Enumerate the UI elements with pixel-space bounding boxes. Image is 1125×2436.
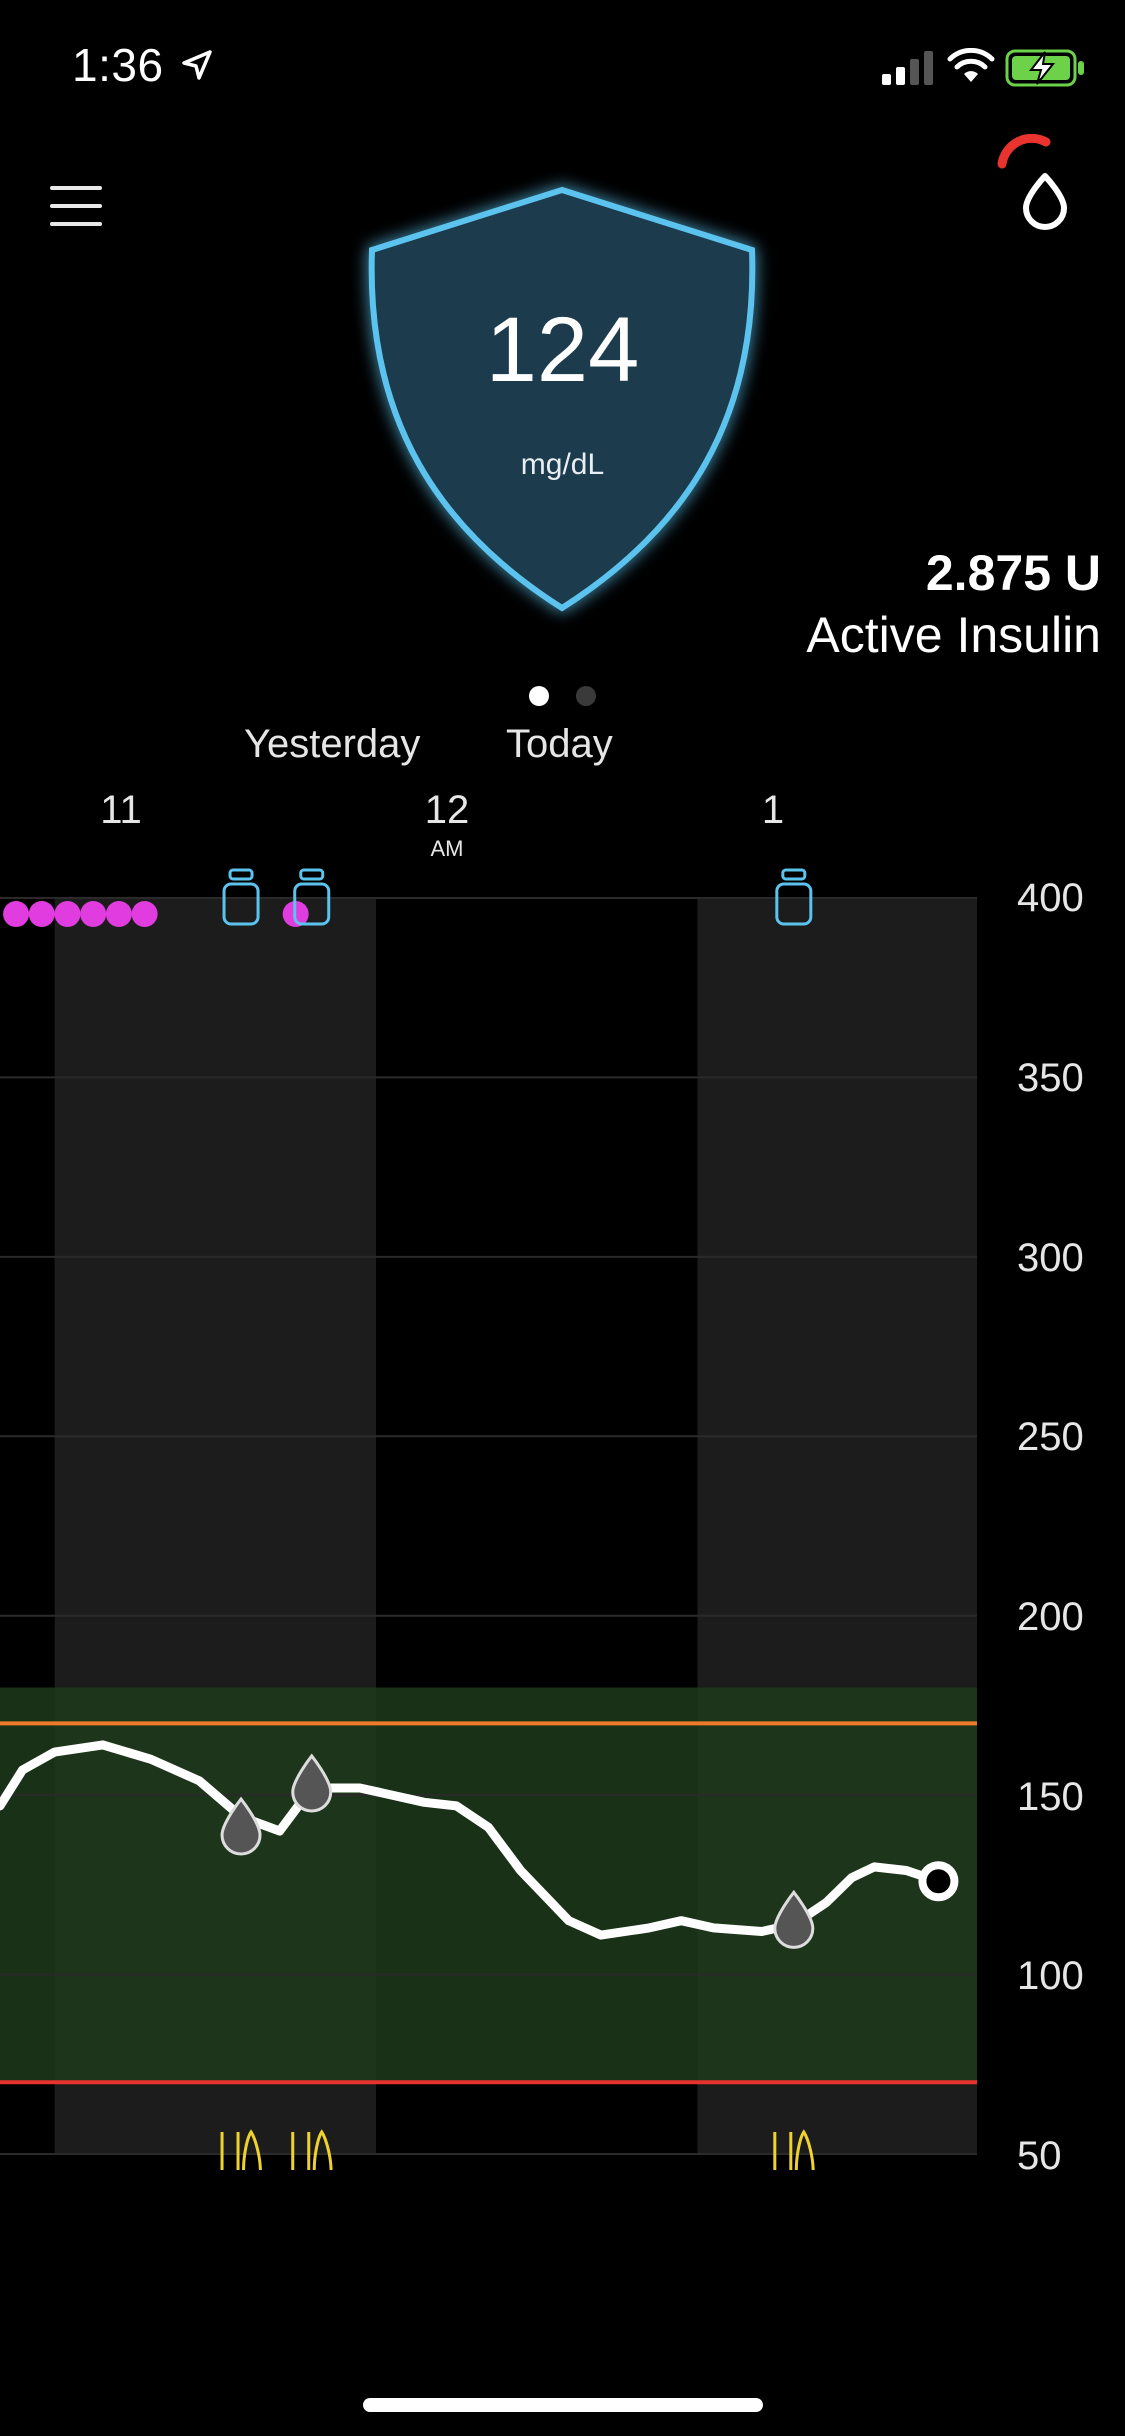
alert-dot xyxy=(80,901,107,927)
alert-dot xyxy=(105,901,132,927)
hamburger-menu-icon xyxy=(50,186,102,190)
glucose-value: 124 xyxy=(485,299,640,401)
menu-button[interactable] xyxy=(50,182,102,226)
cellular-signal-icon xyxy=(882,51,933,85)
alert-dot xyxy=(28,901,55,927)
home-indicator[interactable] xyxy=(363,2398,763,2412)
insulin-drop-status-icon[interactable] xyxy=(990,134,1090,234)
bolus-vial-icon xyxy=(228,868,254,881)
active-insulin-label: Active Insulin xyxy=(806,607,1101,663)
bolus-vial-icon xyxy=(781,868,807,881)
hour-label: 11 xyxy=(100,788,142,832)
hour-label: 1 xyxy=(761,788,785,832)
battery-charging-icon xyxy=(1005,49,1084,87)
glucose-unit: mg/dL xyxy=(520,448,605,481)
day-label-yesterday: Yesterday xyxy=(244,722,421,766)
bolus-vial-icon xyxy=(299,868,325,881)
glucose-chart[interactable] xyxy=(0,850,1125,2170)
alert-dot xyxy=(54,901,81,927)
hour-label: 12 xyxy=(424,788,470,832)
page-dot-active[interactable] xyxy=(529,686,549,706)
page-dot[interactable] xyxy=(576,686,596,706)
alert-dot xyxy=(3,901,30,927)
wifi-icon xyxy=(947,48,995,82)
day-label-today: Today xyxy=(506,722,613,766)
current-reading-marker xyxy=(918,1861,959,1902)
location-arrow-icon xyxy=(182,50,212,80)
active-insulin-value: 2.875 U xyxy=(925,545,1101,601)
target-range xyxy=(0,1687,977,2083)
status-time: 1:36 xyxy=(72,39,164,91)
alert-dot xyxy=(131,901,158,927)
